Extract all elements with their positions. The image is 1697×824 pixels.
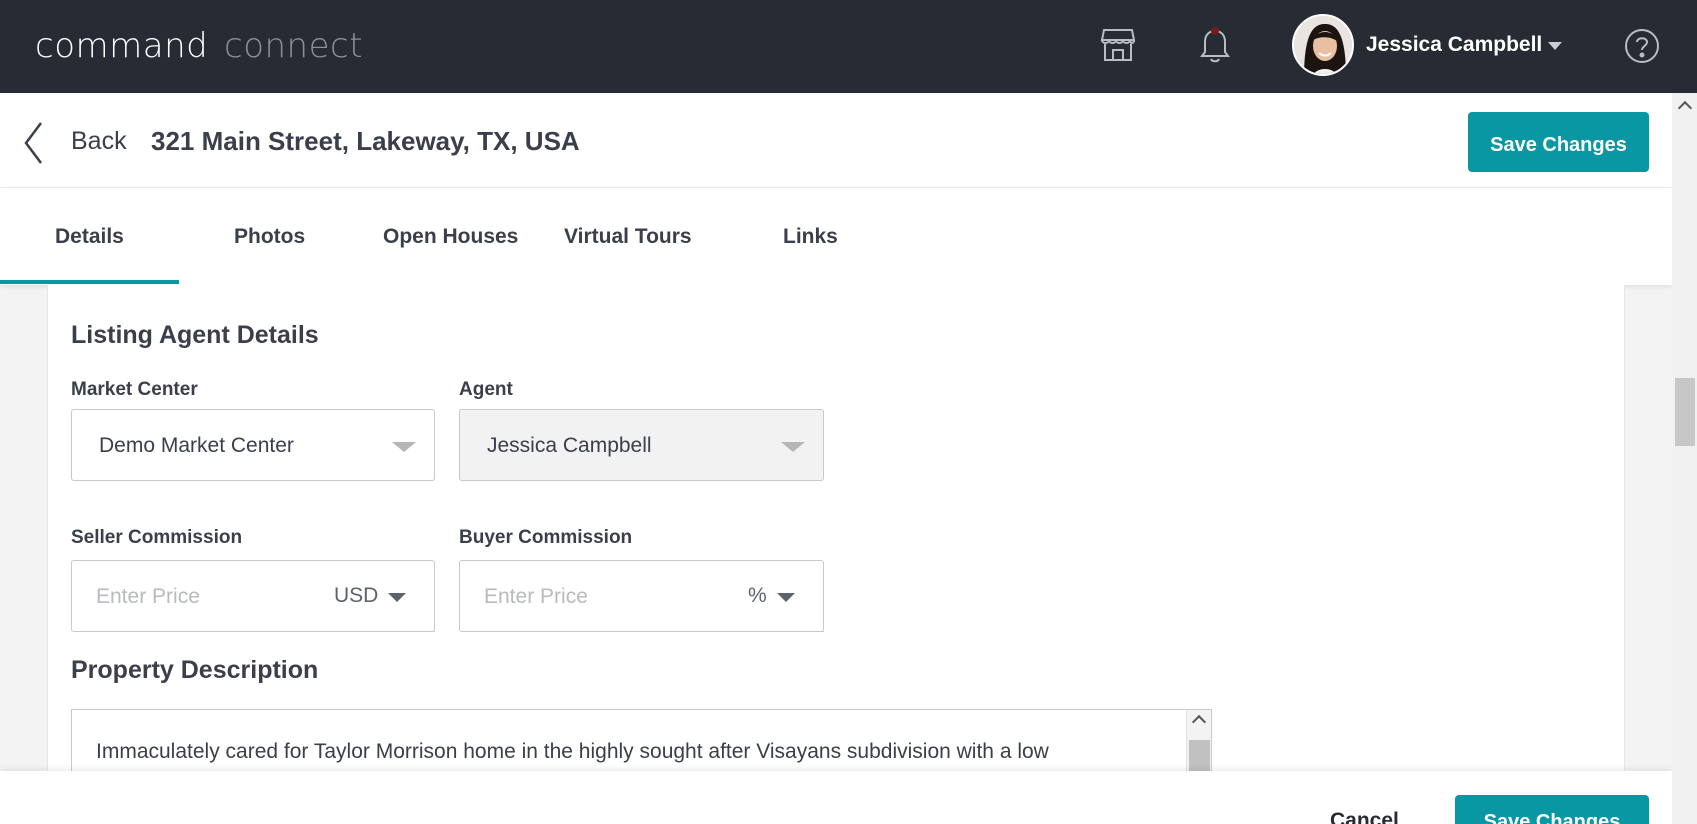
tab-links[interactable]: Links [783, 225, 838, 249]
seller-commission-unit[interactable]: USD [334, 584, 378, 608]
listing-agent-details-heading: Listing Agent Details [71, 321, 319, 349]
scroll-thumb[interactable] [1189, 740, 1210, 771]
user-avatar[interactable] [1292, 14, 1354, 76]
save-changes-button[interactable]: Save Changes [1468, 112, 1649, 172]
top-navigation-bar: command connect Jessica Campbell [0, 0, 1697, 93]
save-changes-button-bottom[interactable]: Save Changes [1455, 795, 1649, 824]
tab-open-houses[interactable]: Open Houses [383, 225, 518, 249]
brand-command-logo[interactable]: command [35, 26, 208, 66]
buyer-commission-label: Buyer Commission [459, 527, 633, 548]
tab-bar: Details Photos Open Houses Virtual Tours… [0, 188, 1672, 285]
market-center-value: Demo Market Center [99, 434, 294, 457]
brand-connect-link[interactable]: connect [224, 26, 363, 66]
property-description-heading: Property Description [71, 656, 319, 684]
caret-down-icon[interactable] [1548, 42, 1562, 50]
unit-divider [310, 631, 435, 632]
page-title: 321 Main Street, Lakeway, TX, USA [151, 126, 580, 156]
listing-header: Back 321 Main Street, Lakeway, TX, USA S… [0, 93, 1672, 188]
caret-down-icon[interactable] [388, 593, 406, 602]
back-link[interactable]: Back [71, 127, 127, 156]
scroll-up-icon[interactable] [1191, 714, 1207, 730]
avatar-photo [1294, 16, 1352, 74]
seller-commission-label: Seller Commission [71, 527, 243, 548]
caret-down-icon [392, 442, 416, 452]
tab-details[interactable]: Details [55, 225, 124, 249]
scroll-thumb[interactable] [1675, 378, 1695, 446]
seller-commission-field: USD [71, 560, 435, 632]
unit-divider [726, 631, 824, 632]
market-center-label: Market Center [71, 379, 198, 400]
textarea-scrollbar[interactable] [1186, 710, 1211, 771]
property-description-text: Immaculately cared for Taylor Morrison h… [96, 740, 1049, 763]
buyer-commission-unit[interactable]: % [748, 584, 767, 608]
agent-select[interactable]: Jessica Campbell [459, 409, 824, 481]
agent-value: Jessica Campbell [487, 434, 652, 457]
market-center-select[interactable]: Demo Market Center [71, 409, 435, 481]
bottom-action-bar: Cancel Save Changes [0, 771, 1672, 824]
help-icon[interactable] [1624, 28, 1660, 64]
agent-label: Agent [459, 379, 513, 400]
save-changes-label: Save Changes [1483, 811, 1621, 824]
caret-down-icon [781, 442, 805, 452]
tab-virtual-tours[interactable]: Virtual Tours [564, 225, 692, 249]
page-scrollbar[interactable] [1672, 93, 1697, 824]
property-description-textarea[interactable]: Immaculately cared for Taylor Morrison h… [71, 709, 1212, 771]
caret-down-icon[interactable] [777, 593, 795, 602]
notification-bell-icon[interactable] [1197, 26, 1233, 64]
store-icon[interactable] [1100, 26, 1136, 64]
tab-photos[interactable]: Photos [234, 225, 305, 249]
chevron-left-icon[interactable] [22, 121, 44, 165]
active-tab-indicator [0, 280, 179, 284]
buyer-commission-field: % [459, 560, 824, 632]
details-card [47, 285, 1625, 771]
scroll-up-icon[interactable] [1677, 100, 1693, 116]
cancel-button[interactable]: Cancel [1330, 809, 1399, 824]
seller-commission-input[interactable] [96, 585, 286, 609]
user-name-menu[interactable]: Jessica Campbell [1366, 33, 1542, 57]
buyer-commission-input[interactable] [484, 585, 674, 609]
